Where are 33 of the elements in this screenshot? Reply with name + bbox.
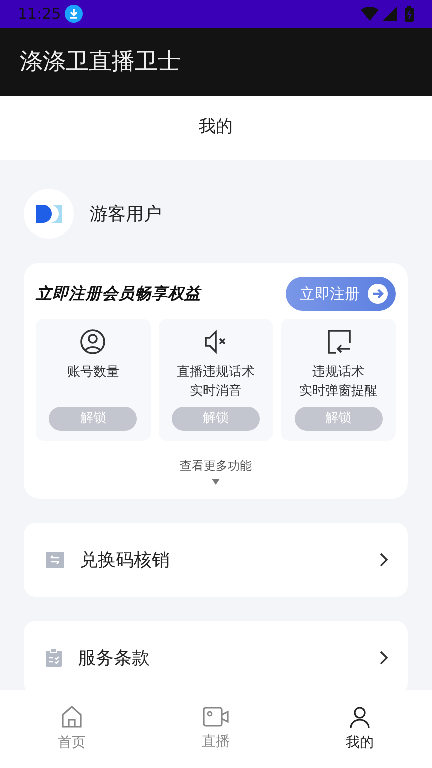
user-icon (80, 329, 106, 355)
feature-label: 账号数量 (67, 364, 120, 382)
feature-label: 实时弹窗提醒 (300, 383, 378, 401)
wifi-icon (361, 7, 379, 21)
menu-item[interactable]: 服务条款 (24, 621, 408, 690)
arrow-right-icon (368, 284, 388, 304)
chevron-right-icon (380, 651, 388, 665)
user-icon (348, 704, 372, 728)
dropdown-arrow-icon[interactable] (212, 479, 220, 485)
menu-item[interactable]: 兑换码核销 (24, 523, 408, 597)
feature-label: 实时消音 (190, 383, 242, 401)
nav-tab[interactable]: 我的 (310, 704, 410, 754)
feature-label: 直播违规话术 (177, 364, 255, 382)
battery-icon (405, 6, 414, 22)
app-title: 涤涤卫直播卫士 (20, 48, 181, 77)
nav-tab[interactable]: 直播 (166, 704, 266, 754)
signal-icon (383, 7, 397, 21)
clipboard-icon (46, 649, 62, 667)
page-title: 我的 (199, 116, 233, 140)
video-camera-icon (203, 706, 229, 728)
status-time: 11:25 (18, 4, 62, 25)
ticket-icon (46, 552, 64, 568)
user-name: 游客用户 (90, 202, 162, 226)
feature-label: 违规话术 (312, 364, 365, 382)
register-button[interactable]: 立即注册 (286, 277, 396, 311)
home-icon (60, 704, 84, 728)
more-features-link[interactable]: 查看更多功能 (180, 457, 252, 475)
app-logo-avatar (24, 189, 74, 239)
download-icon (65, 5, 84, 23)
window-return-icon (326, 329, 352, 355)
nav-tab[interactable]: 首页 (22, 704, 122, 754)
chevron-right-icon (380, 553, 388, 567)
membership-title: 立即注册会员畅享权益 (36, 283, 201, 305)
